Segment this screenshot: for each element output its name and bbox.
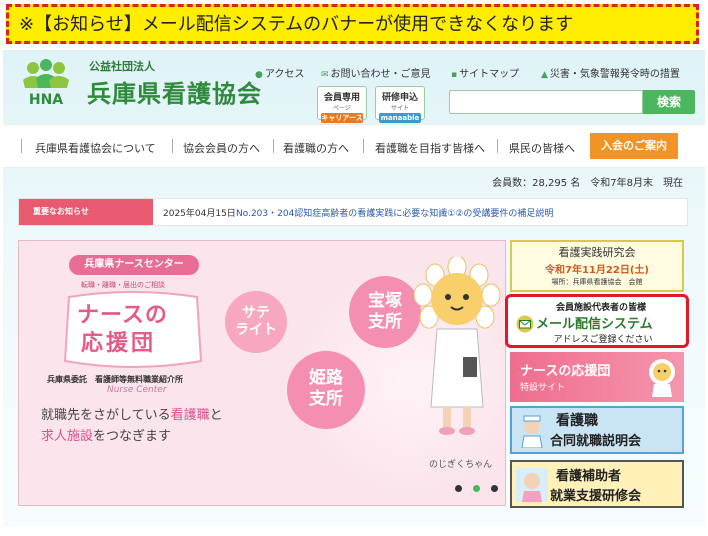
nurse-center-subtitle: 転職・離職・届出のご相談 [81,281,165,289]
assistant-training-banner[interactable]: 看護補助者 就業支援研修会 [510,460,684,508]
sitemap-link[interactable]: ▪ サイトマップ [451,65,519,80]
hero-slider[interactable]: 兵庫県ナースセンター 転職・離職・届出のご相談 ナースの 応援団 サテ ライト … [18,240,506,506]
mail-banner-sub: アドレスご登録ください [553,335,653,345]
research-date: 令和7年11月22日(土) [545,265,649,276]
contact-link-label: お問い合わせ・ご意見 [330,69,431,80]
assistant-avatar-icon [516,468,548,502]
training-signup-button[interactable]: 研修申込 サイト manaable [375,86,425,123]
nav-divider [363,139,364,153]
job-fair-title: 看護職 [556,413,598,429]
research-place: 場所：兵庫県看護協会 会館 [551,278,643,286]
training-btn-pill: manaable [379,113,421,123]
member-count: 会員数：28,295 名 令和7年8月末 現在 [492,178,683,189]
mail-system-banner[interactable]: 会員施設代表者の皆様 メール配信システム アドレスご登録ください [505,294,689,348]
himeji-bubble: 姫路 支所 [287,351,365,429]
site-title[interactable]: 兵庫県看護協会 [87,74,262,109]
tagline-highlight: 看護職 [170,408,210,423]
training-btn-label: 研修申込 [381,93,418,103]
mail-icon: ✉ [321,70,329,80]
nav-divider [21,139,22,153]
member-page-button[interactable]: 会員専用 ページ キャリアース [317,86,367,123]
research-banner[interactable]: 看護実践研究会 令和7年11月22日(土) 場所：兵庫県看護協会 会館 [510,240,684,292]
nav-item-members[interactable]: 協会会員の方へ [183,140,260,156]
member-btn-sub: ページ [333,105,351,112]
notice-banner: ※【お知らせ】メール配信システムのバナーが使用できなくなります [6,4,699,44]
nav-divider [497,139,498,153]
slider-dot-active[interactable] [473,485,480,492]
research-title: 看護実践研究会 [558,246,636,259]
search-input[interactable] [449,90,643,114]
ouendan-banner[interactable]: ナースの応援団 特設サイト [510,352,684,402]
satellite-bubble: サテ ライト [225,291,287,353]
important-news: 重要なお知らせ 2025年04月15日 No.203・204認知症高齢者の看護実… [18,198,688,226]
mail-banner-heading: 会員施設代表者の皆様 [555,303,646,313]
nav-item-about[interactable]: 兵庫県看護協会について [35,140,156,156]
ouendan-banner-title: ナースの応援団 [520,364,611,379]
top-links: ● アクセス ✉ お問い合わせ・ご意見 ▪ サイトマップ ▲ 災害・気象警報発令時の措置 [251,65,689,81]
slider-dot[interactable] [455,485,462,492]
bubble-text: 支所 [309,389,343,409]
access-link[interactable]: ● アクセス [255,65,304,80]
site-content: HNA 公益社団法人 兵庫県看護協会 ● アクセス ✉ お問い合わせ・ご意見 ▪ サイ… [3,50,705,526]
bubble-text: サテ [242,305,270,321]
nurse-center-logo: Nurse Center [107,385,167,395]
nav-item-citizens[interactable]: 県民の皆様へ [509,140,575,156]
disaster-link-label: 災害・気象警報発令時の措置 [549,69,680,80]
main-nav: 兵庫県看護協会について 協会会員の方へ 看護職の方へ 看護職を目指す皆様へ 県民… [3,124,705,168]
mascot-nojigiku-icon [413,257,501,435]
tagline-text: と [209,408,223,423]
access-link-label: アクセス [264,69,305,80]
assistant-sub: 就業支援研修会 [550,489,642,504]
join-button[interactable]: 入会のご案内 [590,133,678,159]
tagline-highlight: 求人施設 [41,429,94,444]
slider-dot[interactable] [491,485,498,492]
page-bottom [3,526,705,536]
member-btn-pill: キャリアース [321,113,363,123]
mail-envelope-icon [516,315,534,333]
tagline-line1: 就職先をさがしている看護職と [41,404,223,423]
nav-divider [172,139,173,153]
sitemap-link-label: サイトマップ [459,69,520,80]
warning-icon: ▲ [541,70,548,80]
job-fair-banner[interactable]: 看護職 合同就職説明会 [510,406,684,454]
news-link[interactable]: No.203・204認知症高齢者の看護実践に必要な知識①②の受講要件の補足説明 [236,206,676,219]
bubble-text: ライト [235,322,277,338]
disaster-link[interactable]: ▲ 災害・気象警報発令時の措置 [541,65,680,80]
mascot-name: のじぎくちゃん [429,460,493,470]
logo-icon[interactable]: HNA [19,58,73,108]
bubble-text: 宝塚 [368,291,402,311]
map-pin-icon: ● [255,70,263,80]
job-fair-sub: 合同就職説明会 [550,434,642,449]
mail-banner-title: メール配信システム [536,317,653,332]
nurse-avatar-icon [521,415,543,448]
tagline-text: をつなぎます [93,429,172,444]
nav-item-nurses[interactable]: 看護職の方へ [283,140,349,156]
training-btn-sub: サイト [390,105,409,112]
news-badge: 重要なお知らせ [19,199,153,225]
oendan-title-line2: 応援団 [81,331,157,356]
assistant-title: 看護補助者 [556,469,622,484]
news-date: 2025年04月15日 [163,209,236,219]
tagline-text: 就職先をさがしている [41,408,171,423]
contact-link[interactable]: ✉ お問い合わせ・ご意見 [321,65,431,80]
org-type: 公益社団法人 [89,60,155,73]
bubble-text: 支所 [368,312,402,332]
mascot-small-icon [649,359,675,397]
ouendan-banner-sub: 特設サイト [520,383,566,393]
sitemap-icon: ▪ [451,70,458,80]
logo-text: HNA [29,92,63,108]
tagline-line2: 求人施設をつなぎます [41,425,171,444]
member-btn-label: 会員専用 [323,93,360,103]
nav-item-aspiring[interactable]: 看護職を目指す皆様へ [375,140,485,156]
commission-text: 兵庫県委託 看護師等無料職業紹介所 [47,375,183,384]
nurse-center-title: 兵庫県ナースセンター [69,255,199,275]
search-button[interactable]: 検索 [643,90,695,114]
notice-text: ※【お知らせ】メール配信システムのバナーが使用できなくなります [19,14,574,35]
nav-divider [273,139,274,153]
bubble-text: 姫路 [309,368,343,388]
